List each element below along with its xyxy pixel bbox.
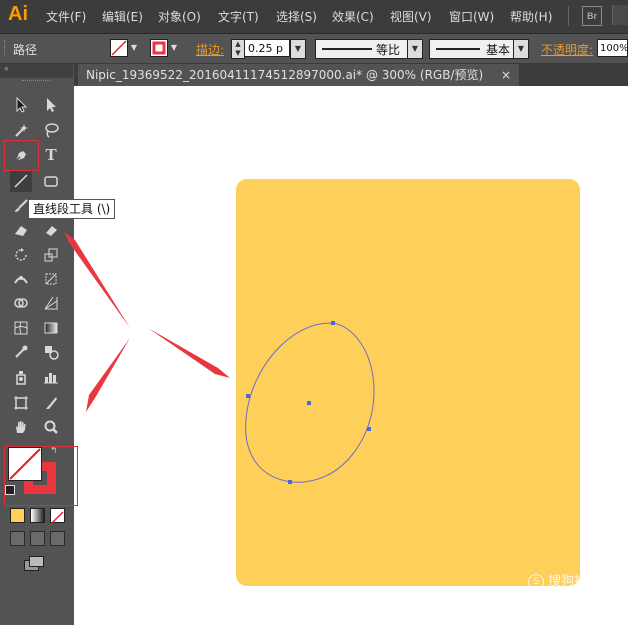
watermark-text: 搜狗指南 — [548, 574, 601, 589]
none-fill-icon — [9, 448, 41, 480]
yellow-rounded-rectangle[interactable] — [236, 179, 580, 586]
watermark-logo-icon: S — [528, 573, 544, 590]
watermark: S 搜狗指南 — [528, 570, 600, 590]
annotation-arrows — [64, 232, 230, 412]
tool-tooltip: 直线段工具 (\) — [28, 199, 116, 219]
artwork-overlay — [64, 179, 580, 586]
fill-color-box[interactable] — [8, 447, 42, 481]
pen-tool-highlight — [4, 140, 39, 171]
